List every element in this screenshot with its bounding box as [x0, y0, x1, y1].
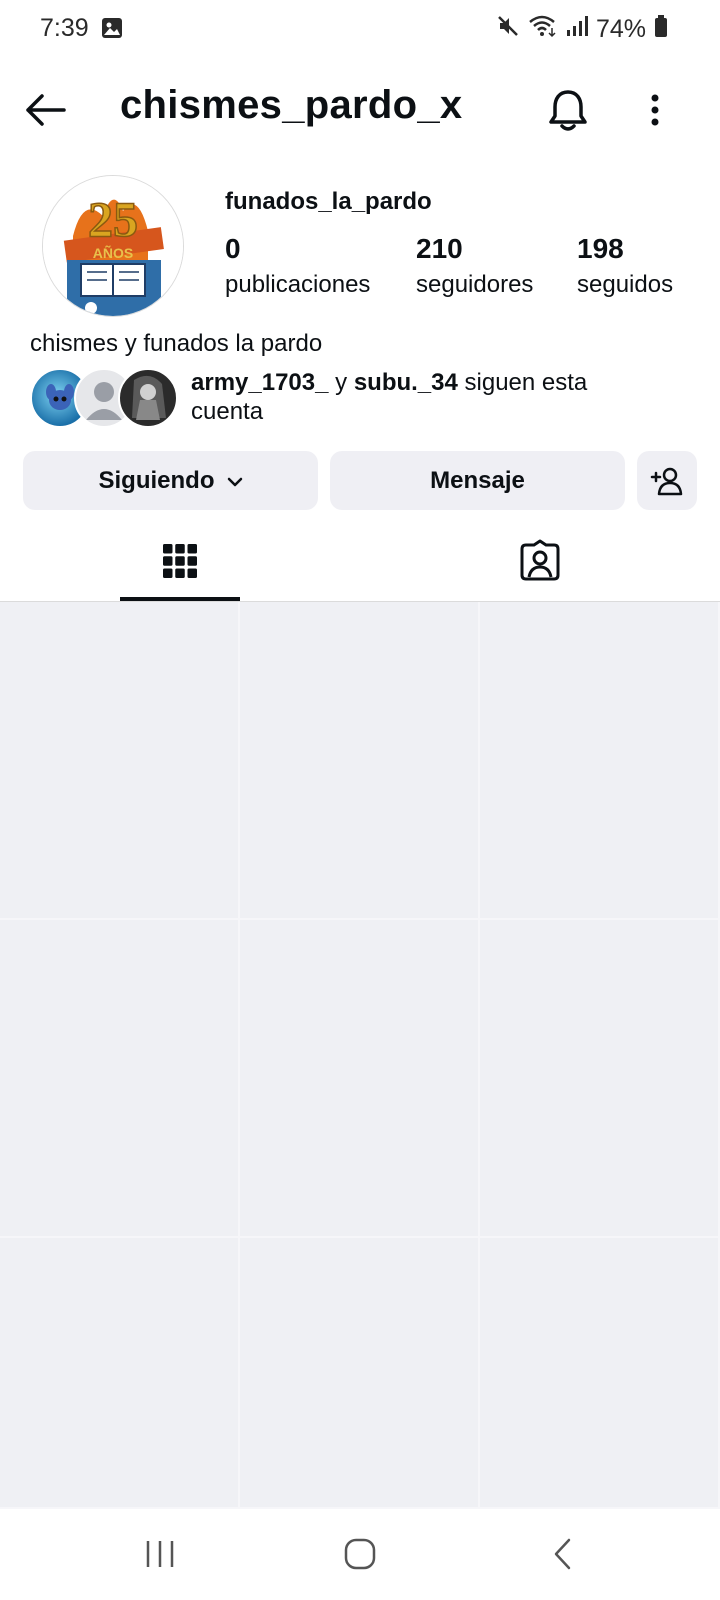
post-placeholder — [0, 1238, 240, 1509]
chevron-left-icon — [554, 1538, 571, 1570]
recents-icon — [146, 1541, 174, 1567]
more-options-button[interactable] — [640, 86, 670, 134]
home-icon — [344, 1538, 376, 1570]
svg-text:AÑOS: AÑOS — [93, 244, 133, 261]
profile-picture-25-anos-logo: 25 AÑOS — [43, 176, 183, 316]
mutual-followers-text[interactable]: army_1703_ y subu._34 siguen esta cuenta — [191, 368, 641, 426]
display-name: funados_la_pardo — [225, 188, 432, 215]
post-placeholder — [0, 602, 240, 920]
mutual-user-1[interactable]: army_1703_ — [191, 369, 328, 396]
post-placeholder — [0, 920, 240, 1238]
suggested-accounts-button[interactable] — [637, 451, 697, 510]
post-placeholder — [240, 1238, 480, 1509]
mutual-connector: y — [328, 369, 354, 396]
message-button-label: Mensaje — [430, 466, 525, 494]
posts-label: publicaciones — [225, 271, 371, 298]
grid-icon — [163, 544, 197, 578]
mutual-followers-avatars[interactable] — [30, 368, 178, 428]
following-button[interactable]: Siguiendo — [23, 451, 318, 510]
tab-posts-grid[interactable] — [0, 520, 360, 602]
profile-bio: chismes y funados la pardo — [30, 330, 323, 357]
notifications-bell-button[interactable] — [546, 86, 590, 134]
profile-username: chismes_pardo_x — [120, 83, 463, 127]
profile-avatar[interactable]: 25 AÑOS — [42, 175, 184, 317]
status-icons: 74% — [496, 14, 668, 45]
stat-followers[interactable]: 210 seguidores — [416, 233, 533, 299]
tagged-person-icon — [520, 539, 560, 581]
following-label: seguidos — [577, 271, 674, 298]
avatar-logo-text: 25 — [88, 191, 138, 247]
status-time: 7:39 — [40, 14, 89, 42]
arrow-left-icon — [26, 94, 66, 126]
battery-percent: 74% — [595, 15, 646, 43]
post-placeholder — [240, 602, 480, 920]
post-placeholder — [480, 1238, 720, 1509]
post-placeholder — [480, 920, 720, 1238]
posts-count: 0 — [225, 233, 241, 264]
post-placeholder — [240, 920, 480, 1238]
signal-icon — [566, 15, 588, 44]
following-button-label: Siguiendo — [98, 466, 215, 494]
post-placeholder — [480, 602, 720, 920]
add-person-icon — [650, 467, 683, 495]
bell-icon — [549, 90, 587, 131]
back-button[interactable] — [22, 86, 70, 134]
chevron-down-icon — [227, 467, 243, 495]
battery-icon — [654, 14, 668, 45]
following-count: 198 — [577, 233, 624, 264]
followers-label: seguidores — [416, 271, 534, 298]
followers-count: 210 — [416, 233, 463, 264]
wifi-icon — [528, 14, 558, 45]
gallery-notification-icon — [101, 17, 123, 44]
system-back-button[interactable] — [551, 1537, 573, 1576]
more-vertical-icon — [651, 94, 659, 126]
tab-tagged[interactable] — [360, 520, 720, 602]
stat-posts[interactable]: 0 publicaciones — [225, 233, 370, 299]
stat-following[interactable]: 198 seguidos — [577, 233, 673, 299]
home-button[interactable] — [343, 1537, 377, 1576]
mutual-avatar-3 — [118, 368, 178, 428]
mute-icon — [496, 14, 520, 45]
recents-button[interactable] — [143, 1537, 177, 1576]
mutual-user-2[interactable]: subu._34 — [354, 369, 458, 396]
posts-grid — [0, 602, 720, 1509]
message-button[interactable]: Mensaje — [330, 451, 625, 510]
